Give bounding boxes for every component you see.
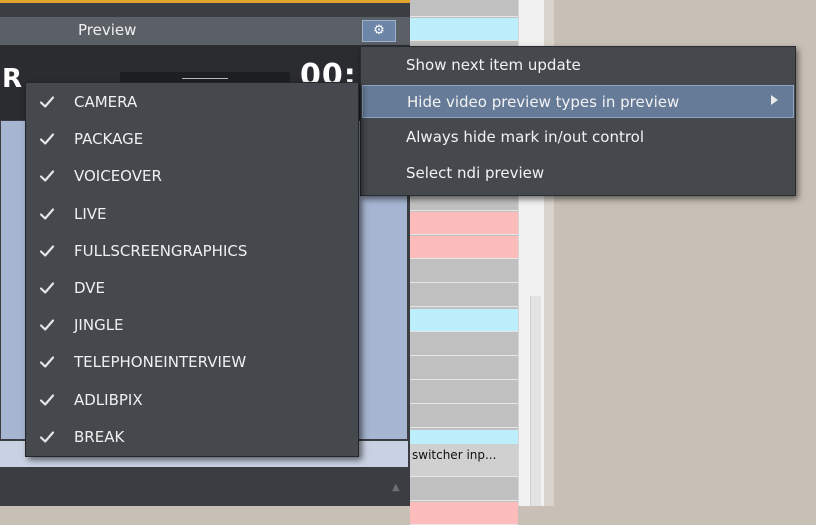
context-menu-item-label: Select ndi preview (406, 164, 545, 182)
submenu-item-label: VOICEOVER (74, 167, 162, 186)
context-menu-item-label: Show next item update (406, 56, 581, 74)
rundown-row[interactable] (410, 284, 518, 308)
submenu-item-label: LIVE (74, 204, 107, 223)
preview-title: Preview (78, 21, 137, 39)
active-accent-strip (0, 0, 410, 3)
preview-header (0, 17, 410, 46)
submenu-item[interactable]: JINGLE (26, 307, 358, 344)
rundown-row[interactable] (410, 260, 518, 284)
submenu-item[interactable]: VOICEOVER (26, 158, 358, 195)
checkmark-icon (39, 431, 55, 443)
submenu-item[interactable]: LIVE (26, 196, 358, 233)
rundown-row[interactable] (410, 478, 518, 501)
context-menu-item[interactable]: Always hide mark in/out control (362, 121, 794, 154)
rundown-row[interactable] (410, 405, 518, 429)
checkmark-icon (39, 96, 55, 108)
rundown-row[interactable] (410, 381, 518, 405)
submenu-item[interactable]: FULLSCREENGRAPHICS (26, 233, 358, 270)
preview-types-submenu: CAMERA PACKAGE VOICEOVER LIVE FULLSCREENGRAP… (25, 82, 359, 457)
rundown-row[interactable] (410, 357, 518, 380)
submenu-item-label: BREAK (74, 427, 125, 446)
rundown-row[interactable] (410, 308, 518, 332)
submenu-item[interactable]: DVE (26, 270, 358, 307)
checkmark-icon (39, 356, 55, 368)
submenu-item-label: JINGLE (74, 316, 124, 335)
checkmark-icon (39, 207, 55, 220)
gear-icon: ⚙ (373, 23, 385, 38)
submenu-item[interactable]: ADLIBPIX (26, 382, 358, 419)
submenu-item[interactable]: BREAK (26, 419, 358, 456)
rundown-row[interactable] (410, 332, 518, 356)
preview-settings-button[interactable]: ⚙ (362, 20, 396, 42)
submenu-item-label: FULLSCREENGRAPHICS (74, 241, 248, 260)
submenu-item-label: CAMERA (74, 93, 138, 111)
item-type-letter: R (2, 64, 23, 94)
submenu-arrow-icon (771, 95, 778, 105)
rundown-row[interactable] (410, 211, 518, 235)
submenu-item-label: TELEPHONEINTERVIEW (74, 353, 247, 372)
rundown-row[interactable] (410, 18, 518, 42)
submenu-item-label: ADLIBPIX (74, 390, 143, 409)
context-menu-item[interactable]: Select ndi preview (362, 157, 794, 190)
checkmark-icon (39, 245, 55, 257)
rundown-row[interactable] (410, 236, 518, 259)
submenu-item-label: DVE (74, 279, 106, 297)
submenu-item[interactable]: TELEPHONEINTERVIEW (26, 344, 358, 381)
checkmark-icon (39, 282, 55, 294)
preview-bottom-bar (0, 470, 410, 506)
preview-context-menu: Show next item update Hide video preview … (360, 46, 796, 196)
checkmark-icon (39, 319, 55, 331)
context-menu-item-label: Always hide mark in/out control (406, 128, 645, 146)
submenu-item-label: PACKAGE (74, 130, 144, 149)
checkmark-icon (39, 133, 55, 145)
scroll-up-arrow-icon[interactable]: ▲ (392, 482, 400, 493)
rundown-cell[interactable]: switcher inp... (410, 444, 518, 466)
context-menu-item[interactable]: Show next item update (362, 49, 794, 82)
checkmark-icon (39, 170, 55, 182)
rundown-row[interactable] (410, 0, 518, 17)
context-menu-item[interactable]: Hide video preview types in preview (362, 85, 794, 118)
submenu-item[interactable]: PACKAGE (26, 121, 358, 158)
submenu-item[interactable]: CAMERA (26, 84, 358, 121)
scrollbar-thumb[interactable] (530, 296, 541, 506)
context-menu-item-label: Hide video preview types in preview (407, 93, 680, 111)
checkmark-icon (39, 393, 55, 406)
